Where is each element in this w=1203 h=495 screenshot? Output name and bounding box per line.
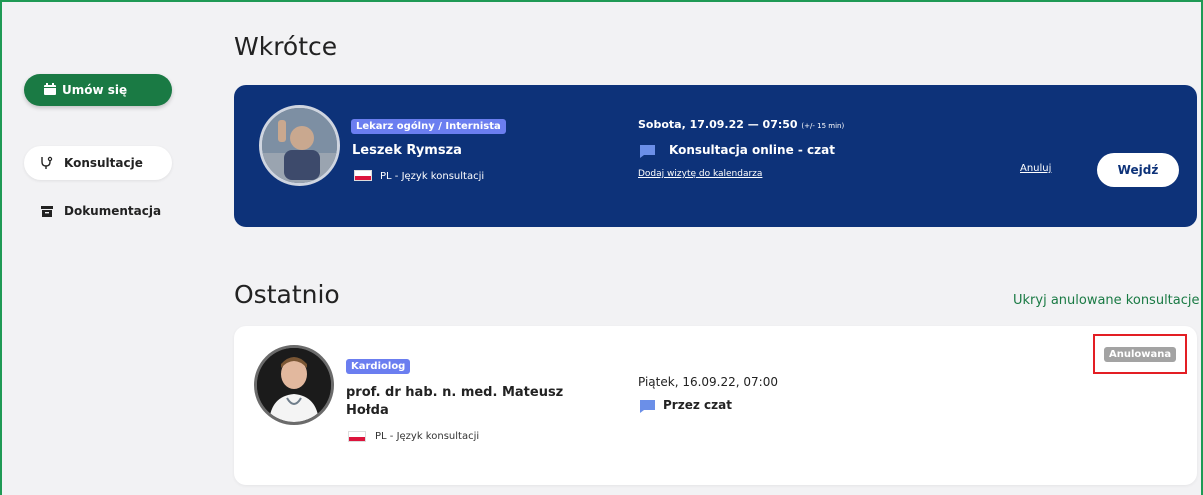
- doctor-name-line1: prof. dr hab. n. med. Mateusz: [346, 385, 564, 400]
- doctor-photo-icon: [257, 348, 331, 422]
- poland-flag-icon: [354, 170, 372, 181]
- consultation-datetime: Piątek, 16.09.22, 07:00: [638, 375, 778, 389]
- status-badge: Anulowana: [1104, 347, 1177, 362]
- consultation-language: PL - Język konsultacji: [380, 171, 485, 182]
- sidebar-item-documentation[interactable]: Dokumentacja: [24, 194, 161, 228]
- appointment-datetime: Sobota, 17.09.22 — 07:50 (+/- 15 min): [638, 118, 844, 131]
- book-appointment-label: Umów się: [62, 83, 128, 97]
- specialty-badge: Lekarz ogólny / Internista: [351, 119, 506, 134]
- add-to-calendar-link[interactable]: Dodaj wizytę do kalendarza: [638, 169, 762, 179]
- appointment-datetime-value: Sobota, 17.09.22 — 07:50: [638, 118, 798, 131]
- consultation-language: PL - Język konsultacji: [375, 431, 480, 442]
- doctor-name-line2: Hołda: [346, 403, 389, 418]
- calendar-icon: [44, 83, 56, 95]
- sidebar: Umów się Konsultacje Dokumentacja: [10, 0, 210, 495]
- poland-flag-icon: [348, 431, 366, 442]
- doctor-avatar: [254, 345, 334, 425]
- sidebar-item-consultations[interactable]: Konsultacje: [24, 146, 172, 180]
- stethoscope-icon: [41, 156, 53, 169]
- hide-cancelled-link[interactable]: Ukryj anulowane konsultacje: [1013, 293, 1200, 308]
- upcoming-heading: Wkrótce: [234, 32, 338, 61]
- sidebar-item-label: Konsultacje: [64, 156, 143, 170]
- book-appointment-button[interactable]: Umów się: [24, 74, 172, 106]
- consultation-type: Przez czat: [663, 398, 732, 412]
- specialty-badge: Kardiolog: [346, 359, 411, 374]
- archive-box-icon: [41, 206, 53, 217]
- sidebar-item-label: Dokumentacja: [64, 204, 162, 218]
- chat-bubble-icon: [640, 145, 655, 158]
- doctor-avatar: [259, 105, 340, 186]
- enter-button[interactable]: Wejdź: [1097, 153, 1179, 187]
- cancel-link[interactable]: Anuluj: [1020, 163, 1051, 174]
- time-tolerance: (+/- 15 min): [801, 122, 845, 130]
- recent-heading: Ostatnio: [234, 280, 340, 309]
- chat-bubble-icon: [640, 400, 655, 413]
- doctor-name: Leszek Rymsza: [352, 143, 462, 158]
- doctor-photo-icon: [262, 108, 337, 183]
- consultation-type: Konsultacja online - czat: [669, 143, 835, 157]
